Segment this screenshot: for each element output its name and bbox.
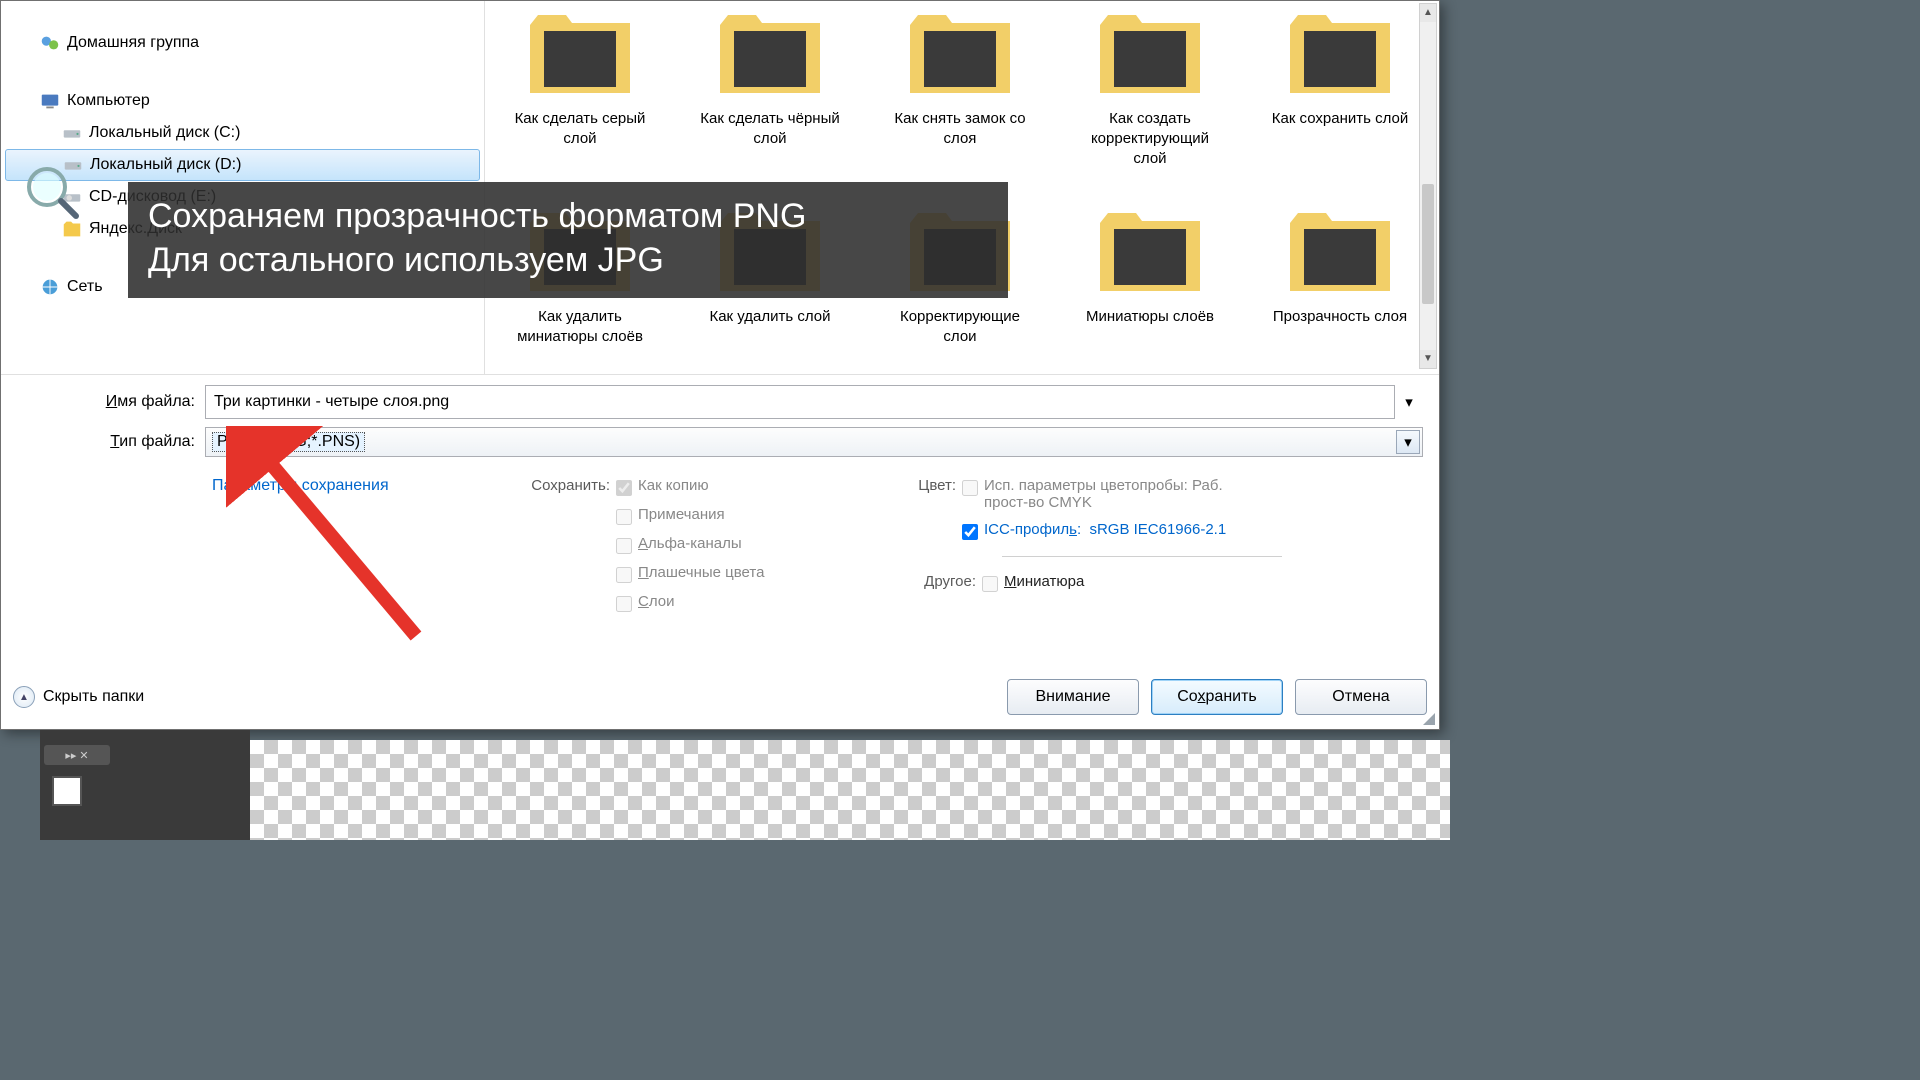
file-row: Как сделать серый слой Как сделать чёрны…	[485, 1, 1439, 169]
folder-label: Как снять замок со слоя	[885, 109, 1035, 149]
chk-spot[interactable]: Плашечные цвета	[616, 564, 764, 583]
folder-thumb-icon	[520, 1, 640, 105]
tree-label: Компьютер	[67, 92, 150, 110]
scrollbar-vertical[interactable]: ▲ ▼	[1419, 3, 1437, 369]
tree-label: Сеть	[67, 278, 103, 296]
options-area: Параметры сохранения Сохранить: Как копи…	[17, 477, 1423, 612]
folder-item[interactable]: Как сделать чёрный слой	[695, 1, 845, 169]
tree-label: Локальный диск (D:)	[90, 156, 241, 174]
save-header: Сохранить:	[522, 477, 616, 494]
scroll-down-icon[interactable]: ▼	[1420, 350, 1436, 368]
chevron-down-icon[interactable]: ▾	[1405, 393, 1413, 411]
tree-homegroup[interactable]: Домашняя группа	[1, 27, 484, 59]
filetype-combo[interactable]: PNG (*.PNG;*.PNS) ▾	[205, 427, 1423, 457]
folder-thumb-icon	[1090, 193, 1210, 303]
hide-folders-toggle[interactable]: ▲ Скрыть папки	[13, 686, 144, 708]
save-params-link[interactable]: Параметры сохранения	[212, 477, 522, 495]
chk-alpha[interactable]: Альфа-каналы	[616, 535, 742, 554]
chk-proof[interactable]: Исп. параметры цветопробы: Раб. прост-во…	[962, 477, 1264, 511]
checkbox-icon[interactable]	[962, 524, 978, 540]
folder-thumb-icon	[520, 371, 640, 374]
folder-label: Как удалить слой	[709, 307, 830, 327]
folder-item[interactable]	[505, 371, 655, 374]
drive-icon	[62, 154, 84, 176]
scroll-thumb[interactable]	[1422, 184, 1434, 304]
filetype-value: PNG (*.PNG;*.PNS)	[212, 432, 365, 452]
save-button[interactable]: Сохранить	[1151, 679, 1283, 715]
folder-thumb-icon	[1090, 1, 1210, 105]
folder-item[interactable]: Как сохранить слой	[1265, 1, 1415, 169]
chk-as-copy[interactable]: Как копию	[616, 477, 709, 496]
checkbox-icon[interactable]	[982, 576, 998, 592]
checkbox-icon[interactable]	[616, 567, 632, 583]
cancel-button[interactable]: Отмена	[1295, 679, 1427, 715]
panel-tab-icon: ▸▸ ✕	[44, 745, 110, 765]
other-header: Другое:	[902, 573, 982, 590]
color-swatch	[52, 776, 82, 806]
opts-col-left: Параметры сохранения	[212, 477, 522, 612]
filename-input[interactable]	[205, 385, 1395, 419]
folder-label: Корректирующие слои	[885, 307, 1035, 347]
folder-label: Как сохранить слой	[1272, 109, 1409, 129]
folder-thumb-icon	[1280, 193, 1400, 303]
filename-label: Имя файла:	[17, 393, 205, 411]
tree-label: Локальный диск (C:)	[89, 124, 240, 142]
overlay-caption: Сохраняем прозрачность форматом PNG Для …	[128, 182, 1008, 298]
lower-panel: Имя файла: ▾ Тип файла: PNG (*.PNG;*.PNS…	[1, 375, 1439, 612]
overlay-line1: Сохраняем прозрачность форматом PNG	[148, 194, 988, 238]
computer-icon	[39, 90, 61, 112]
chk-layers[interactable]: Слои	[616, 593, 675, 612]
file-row	[485, 371, 1439, 374]
save-as-dialog: Домашняя группа Компьютер Локальный диск…	[0, 0, 1440, 730]
filetype-row: Тип файла: PNG (*.PNG;*.PNS) ▾	[17, 427, 1423, 457]
checkbox-icon[interactable]	[616, 596, 632, 612]
folder-thumb-icon	[900, 1, 1020, 105]
chevron-up-icon: ▲	[13, 686, 35, 708]
checkbox-icon[interactable]	[616, 509, 632, 525]
folder-item[interactable]: Как снять замок со слоя	[885, 1, 1035, 169]
drive-icon	[61, 122, 83, 144]
folder-label: Как сделать серый слой	[505, 109, 655, 149]
folder-label: Как удалить миниатюры слоёв	[505, 307, 655, 347]
folder-item[interactable]: Как сделать серый слой	[505, 1, 655, 169]
tree-computer[interactable]: Компьютер	[1, 85, 484, 117]
folder-thumb-icon	[1280, 1, 1400, 105]
tree-drive-c[interactable]: Локальный диск (C:)	[1, 117, 484, 149]
tree-drive-d[interactable]: Локальный диск (D:)	[5, 149, 480, 181]
chk-thumbnail[interactable]: Миниатюра	[982, 573, 1084, 592]
warning-button[interactable]: Внимание	[1007, 679, 1139, 715]
checkbox-icon[interactable]	[962, 480, 978, 496]
opts-col-color: Цвет: Исп. параметры цветопробы: Раб. пр…	[902, 477, 1322, 612]
checkerboard-canvas	[250, 740, 1450, 840]
dialog-footer: ▲ Скрыть папки Внимание Сохранить Отмена	[1, 673, 1439, 721]
filetype-label: Тип файла:	[17, 433, 205, 451]
folder-label: Как сделать чёрный слой	[695, 109, 845, 149]
color-header: Цвет:	[902, 477, 962, 494]
footer-buttons: Внимание Сохранить Отмена	[1007, 679, 1427, 715]
overlay-line2: Для остального используем JPG	[148, 238, 988, 282]
network-icon	[39, 276, 61, 298]
cd-icon	[61, 186, 83, 208]
folder-label: Миниатюры слоёв	[1086, 307, 1214, 327]
folder-icon	[61, 218, 83, 240]
homegroup-icon	[39, 32, 61, 54]
divider	[1002, 556, 1282, 557]
folder-item[interactable]: Прозрачность слоя	[1265, 193, 1415, 347]
checkbox-icon[interactable]	[616, 538, 632, 554]
folder-label: Как создать корректирующий слой	[1075, 109, 1225, 169]
chk-icc[interactable]: ICC-профиль: sRGB IEC61966-2.1	[962, 521, 1226, 540]
opts-col-save: Сохранить: Как копию Примечания Ал	[522, 477, 902, 612]
folder-item[interactable]: Как создать корректирующий слой	[1075, 1, 1225, 169]
folder-thumb-icon	[710, 1, 830, 105]
checkbox-icon[interactable]	[616, 480, 632, 496]
resize-grip-icon[interactable]	[1421, 711, 1435, 725]
scroll-up-icon[interactable]: ▲	[1420, 4, 1436, 22]
filename-row: Имя файла: ▾	[17, 385, 1423, 419]
chevron-down-icon[interactable]: ▾	[1396, 430, 1420, 454]
folder-label: Прозрачность слоя	[1273, 307, 1407, 327]
tree-label: Домашняя группа	[67, 34, 199, 52]
folder-item[interactable]: Миниатюры слоёв	[1075, 193, 1225, 347]
chk-notes[interactable]: Примечания	[616, 506, 725, 525]
